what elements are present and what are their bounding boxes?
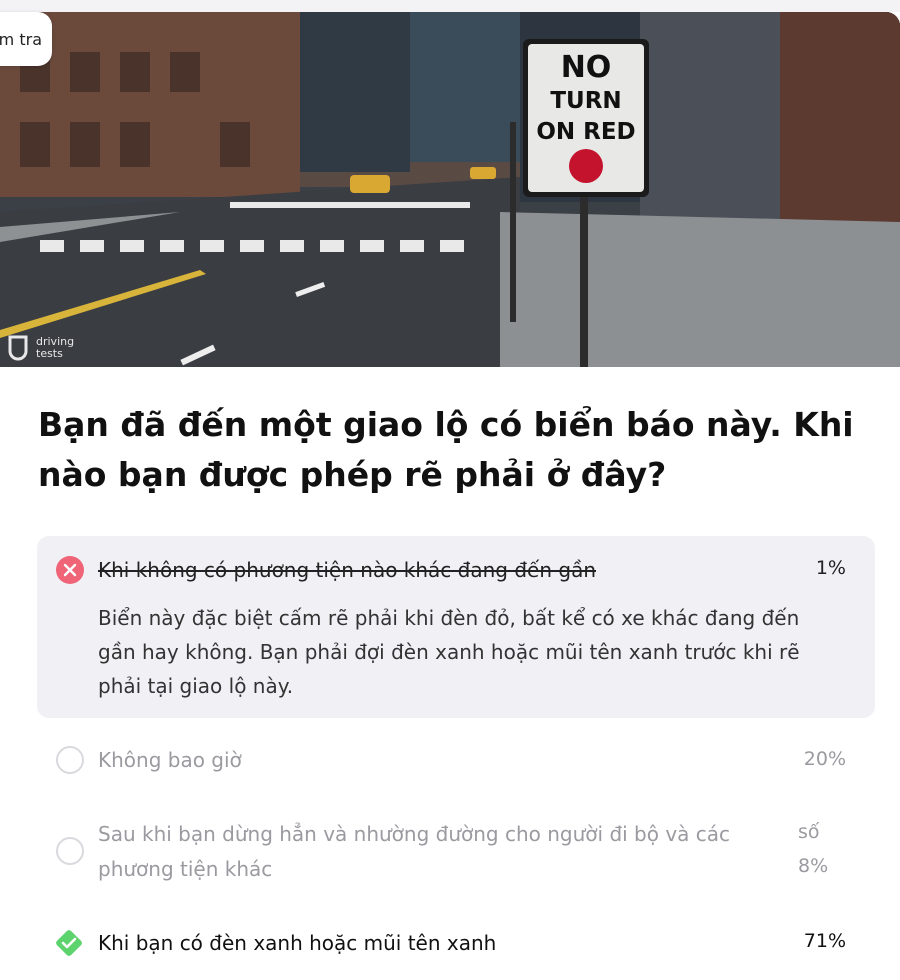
- sign-text-line1: NO: [561, 50, 612, 85]
- option-4-percent: 71%: [803, 930, 846, 952]
- sign-text-line3: ON RED: [536, 119, 635, 145]
- sign-text-line2: TURN: [550, 88, 621, 114]
- close-icon: [56, 556, 84, 584]
- option-1-percent: 1%: [815, 557, 846, 579]
- back-chip-label: m tra: [0, 29, 42, 49]
- top-strip: [0, 0, 900, 12]
- watermark-line2: tests: [36, 347, 63, 360]
- option-4-label[interactable]: Khi bạn có đèn xanh hoặc mũi tên xanh: [98, 926, 496, 961]
- question-title: Bạn đã đến một giao lộ có biển báo này. …: [38, 405, 854, 494]
- radio-icon[interactable]: [56, 837, 84, 865]
- back-chip[interactable]: m tra: [0, 12, 52, 66]
- option-3-percent-prefix: số: [798, 821, 820, 843]
- radio-icon[interactable]: [56, 746, 84, 774]
- answer-explanation: Biển này đặc biệt cấm rẽ phải khi đèn đỏ…: [98, 606, 800, 698]
- option-2-percent: 20%: [803, 748, 846, 770]
- option-2-label[interactable]: Không bao giờ: [98, 743, 242, 778]
- option-1-label[interactable]: Khi không có phương tiện nào khác đang đ…: [98, 553, 596, 588]
- option-3-percent: 8%: [798, 855, 829, 877]
- option-3-label[interactable]: Sau khi bạn dừng hẳn và nhường đường cho…: [98, 817, 778, 887]
- question-image: NO TURN ON RED driving tests: [0, 12, 900, 367]
- check-icon: [54, 928, 82, 956]
